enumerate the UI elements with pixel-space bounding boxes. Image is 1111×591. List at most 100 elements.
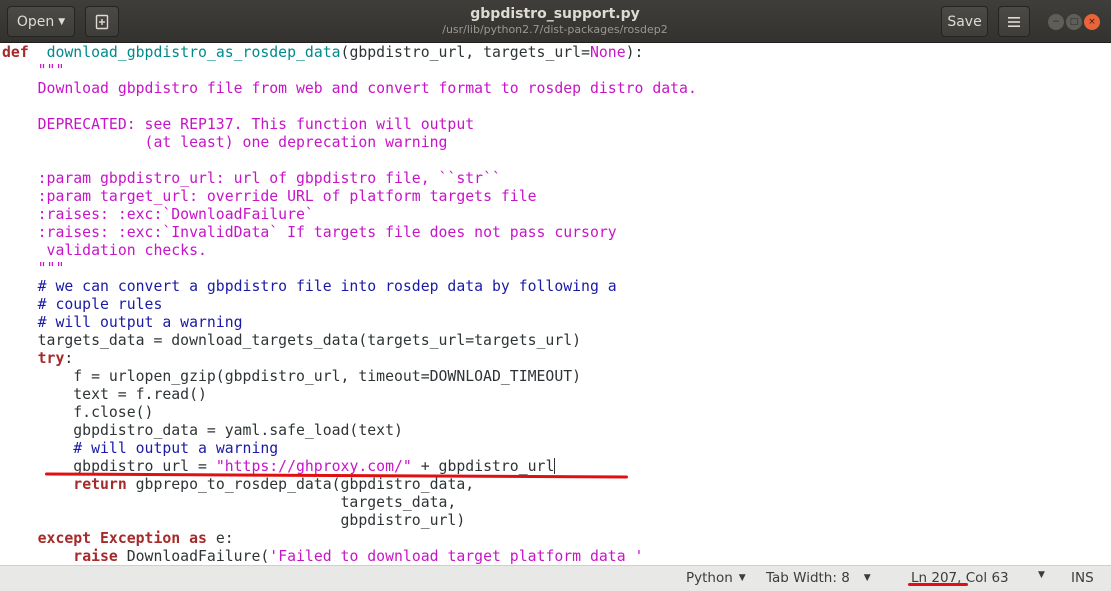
code-line: :param target_url: override URL of platf… (2, 188, 697, 206)
code-line: raise DownloadFailure('Failed to downloa… (2, 548, 697, 565)
code-token: None (589, 44, 626, 61)
open-button-label: Open (16, 13, 55, 30)
chevron-down-icon: ▼ (1038, 570, 1045, 580)
code-token: Download gbpdistro file from web and con… (37, 80, 697, 97)
code-token: ): (625, 44, 644, 61)
code-line: text = f.read() (2, 386, 697, 404)
code-token: """ (37, 62, 65, 79)
code-line: (at least) one deprecation warning (2, 134, 697, 152)
code-token: (at least) one deprecation warning (37, 134, 448, 151)
code-line: :raises: :exc:`InvalidData` If targets f… (2, 224, 697, 242)
hamburger-menu-icon (1008, 16, 1020, 27)
code-token: raise (73, 548, 118, 565)
code-token: as (189, 530, 207, 547)
code-token: + gbpdistro_url (411, 458, 555, 475)
code-line: validation checks. (2, 242, 697, 260)
window-subtitle: /usr/lib/python2.7/dist-packages/rosdep2 (442, 23, 668, 36)
code-line: gbpdistro_url) (2, 512, 697, 530)
code-line: gbpdistro_data = yaml.safe_load(text) (2, 422, 697, 440)
code-token: # we can convert a gbpdistro file into r… (37, 278, 617, 295)
chevron-down-icon: ▼ (58, 16, 66, 27)
window-title: gbpdistro_support.py (470, 6, 640, 22)
insert-mode-indicator[interactable]: INS (1071, 570, 1094, 586)
code-line: # will output a warning (2, 440, 697, 458)
code-line: # couple rules (2, 296, 697, 314)
code-token: f = urlopen_gzip(gbpdistro_url, timeout=… (2, 368, 582, 385)
code-token: DEPRECATED: see REP137. This function wi… (37, 116, 475, 133)
code-token: :raises: :exc:`InvalidData` If targets f… (37, 224, 617, 241)
cursor-position-dropdown[interactable]: ▼ (1032, 570, 1045, 580)
code-token: targets_data, (2, 494, 457, 511)
code-line: targets_data, (2, 494, 697, 512)
maximize-button[interactable]: □ (1066, 14, 1082, 30)
code-line: f = urlopen_gzip(gbpdistro_url, timeout=… (2, 368, 697, 386)
code-token: targets_data = download_targets_data(tar… (2, 332, 582, 349)
header-bar: Open ▼ gbpdistro_support.py /usr/lib/pyt… (0, 0, 1111, 43)
tab-width-selector[interactable]: Tab Width: 8 ▼ (766, 570, 871, 586)
insert-mode-label: INS (1071, 570, 1094, 586)
code-token: "https://ghproxy.com/" (215, 458, 412, 475)
minimize-button[interactable]: − (1048, 14, 1064, 30)
code-line: except Exception as e: (2, 530, 697, 548)
code-token: :param target_url: override URL of platf… (37, 188, 537, 205)
code-token: f.close() (2, 404, 154, 421)
language-label: Python (686, 570, 733, 586)
code-line: :param gbpdistro_url: url of gbpdistro f… (2, 170, 697, 188)
code-token: e: (206, 530, 234, 547)
code-token: :raises: :exc:`DownloadFailure` (37, 206, 314, 223)
close-icon: × (1088, 17, 1096, 27)
chevron-down-icon: ▼ (738, 573, 746, 583)
code-token: : (64, 350, 74, 367)
status-bar: Python ▼ Tab Width: 8 ▼ Ln 207, Col 63 ▼… (0, 565, 1111, 591)
code-line: def download_gbpdistro_as_rosdep_data(gb… (2, 44, 697, 62)
code-token: gbpdistro_url) (2, 512, 466, 529)
maximize-icon: □ (1069, 17, 1079, 27)
save-button[interactable]: Save (941, 6, 988, 37)
code-token: 'Failed to download target platform data… (269, 548, 644, 565)
code-token: text = f.read() (2, 386, 207, 403)
code-line: f.close() (2, 404, 697, 422)
code-line: """ (2, 260, 697, 278)
code-token: # will output a warning (37, 314, 243, 331)
window-title-area: gbpdistro_support.py /usr/lib/python2.7/… (380, 5, 730, 36)
code-line: Download gbpdistro file from web and con… (2, 80, 697, 98)
code-line: try: (2, 350, 697, 368)
code-token: :param gbpdistro_url: url of gbpdistro f… (37, 170, 501, 187)
minimize-icon: − (1052, 17, 1060, 27)
code-token: return (73, 476, 127, 493)
code-line: return gbprepo_to_rosdep_data(gbpdistro_… (2, 476, 697, 494)
open-button[interactable]: Open ▼ (7, 6, 75, 37)
chevron-down-icon: ▼ (863, 573, 871, 583)
code-token: Exception (100, 530, 181, 547)
code-token: # will output a warning (73, 440, 279, 457)
code-token: validation checks. (37, 242, 207, 259)
code-line: DEPRECATED: see REP137. This function wi… (2, 116, 697, 134)
language-selector[interactable]: Python ▼ (686, 570, 746, 586)
new-document-icon (95, 14, 109, 29)
new-document-button[interactable] (85, 6, 119, 37)
code-text: def download_gbpdistro_as_rosdep_data(gb… (2, 44, 697, 565)
code-editor[interactable]: def download_gbpdistro_as_rosdep_data(gb… (0, 43, 1111, 565)
code-line: targets_data = download_targets_data(tar… (2, 332, 697, 350)
code-token: def (2, 44, 29, 61)
code-token: gbprepo_to_rosdep_data(gbpdistro_data, (126, 476, 475, 493)
hamburger-menu-button[interactable] (998, 6, 1030, 37)
code-line: # we can convert a gbpdistro file into r… (2, 278, 697, 296)
close-button[interactable]: × (1084, 14, 1100, 30)
code-line: # will output a warning (2, 314, 697, 332)
